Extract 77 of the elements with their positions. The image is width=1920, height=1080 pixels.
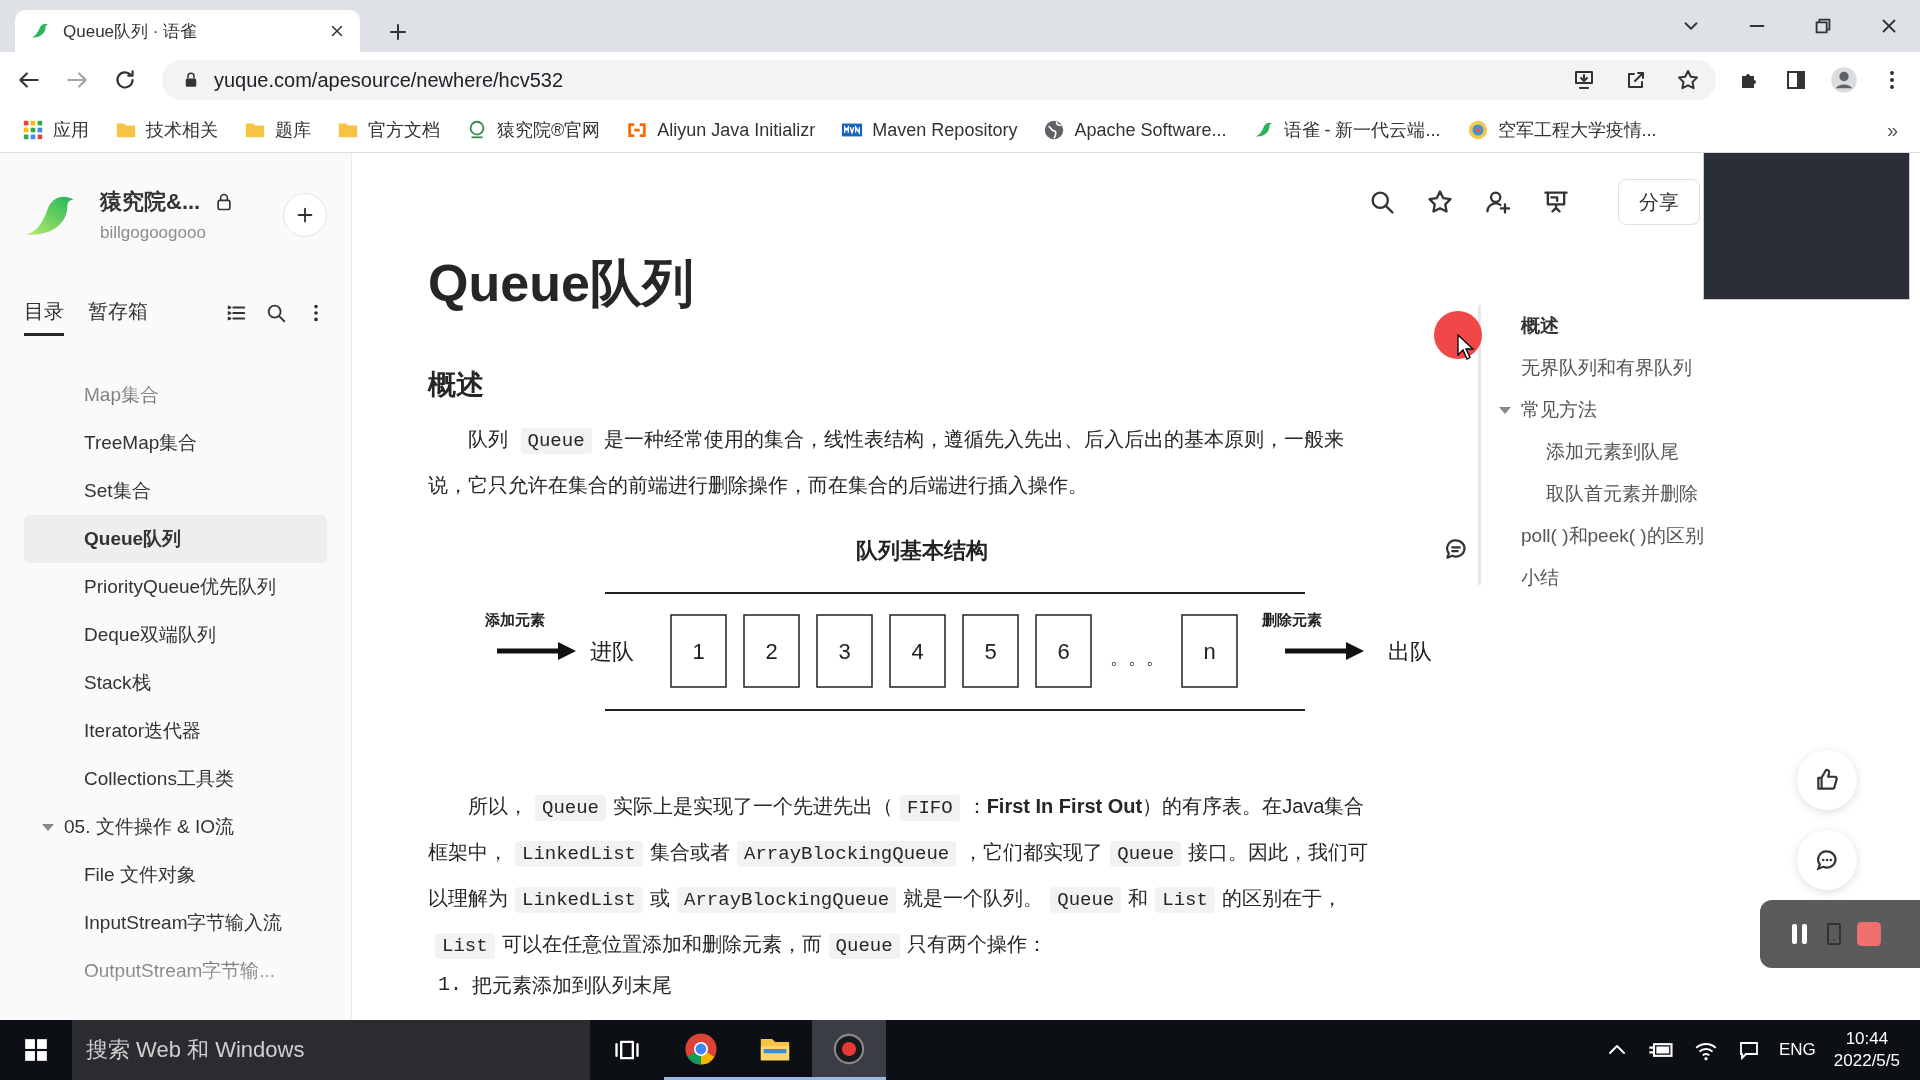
tree-item[interactable]: Collections工具类 (24, 755, 327, 803)
space-name: 猿究院&... (100, 188, 201, 216)
search-field[interactable]: 搜索 Web 和 Windows (72, 1020, 590, 1080)
share-button[interactable]: 分享 (1618, 179, 1700, 225)
toc-item[interactable]: 常见方法 (1481, 389, 1597, 431)
paragraph: 所以， Queue 实际上是实现了一个先进先出（ FIFO ：First In First Out）的有序表。在Java集合框架中， LinkedList 集合或者 ArrayBlockingQueue ，它们都实现了 Queue 接口。因此，我们可以理解为 LinkedList 或 ArrayBlockingQueue 就是一个队列。 Queue 和 List 的区别在于， List 可以在任意位置添加和删除元素，而 Queue 只有两个操作： (428, 794, 1370, 961)
star-icon[interactable] (1676, 68, 1700, 92)
address-bar[interactable]: yuque.com/apesource/newhere/hcv532 (162, 60, 1716, 100)
diagram-label: 删除元素 (1262, 611, 1322, 628)
queue-cell: 1 (670, 614, 727, 688)
bookmark[interactable]: 应用 (22, 118, 89, 142)
tree-item[interactable]: Stack栈 (24, 659, 327, 707)
tree-item[interactable]: Queue队列 (24, 515, 327, 563)
tree-item[interactable]: Set集合 (24, 467, 327, 515)
tree-item[interactable]: 05. 文件操作 & IO流 (24, 803, 327, 851)
comment-button[interactable] (1443, 536, 1469, 562)
tree-item[interactable]: TreeMap集合 (24, 419, 327, 467)
diagram-title: 队列基本结构 (856, 538, 988, 563)
sidebar-tab[interactable]: 目录 (24, 290, 64, 336)
comment-icon (1443, 536, 1469, 562)
bookmark[interactable]: 官方文档 (337, 118, 440, 142)
globe-icon (1043, 119, 1066, 141)
star-icon[interactable] (1426, 188, 1454, 216)
queue-cell: 6 (1035, 614, 1092, 688)
chat-icon (1814, 847, 1840, 873)
bookmark[interactable]: 猿究院®官网 (466, 118, 601, 142)
toc-item[interactable]: 无界队列和有界队列 (1481, 347, 1692, 389)
queue-cell: 4 (889, 614, 946, 688)
bookmark[interactable]: Maven Repository (841, 119, 1018, 141)
record-icon[interactable] (832, 1031, 866, 1066)
toc-item[interactable]: 添加元素到队尾 (1481, 431, 1679, 473)
bookmark[interactable]: 语雀 - 新一代云端... (1252, 118, 1441, 142)
queue-cell: 2 (743, 614, 800, 688)
more-bookmarks[interactable]: » (1886, 118, 1898, 142)
toc-item[interactable]: 概述 (1481, 305, 1559, 347)
taskbar-app[interactable] (812, 1020, 886, 1080)
cursor-icon (1457, 334, 1475, 360)
bookmark[interactable]: Apache Software... (1043, 119, 1227, 141)
thumb-up-icon (1814, 767, 1840, 793)
diagram-label: 出队 (1388, 639, 1432, 664)
section-heading: 概述 (428, 368, 485, 402)
queue-cell: 3 (816, 614, 873, 688)
sidebar-icon[interactable] (1784, 68, 1808, 92)
tree-item[interactable]: File 文件对象 (24, 851, 327, 899)
toc-item[interactable]: 取队首元素并删除 (1481, 473, 1698, 515)
queue-cell: 5 (962, 614, 1019, 688)
avatar-icon[interactable] (1830, 66, 1858, 94)
diagram-label: 进队 (590, 639, 634, 664)
ellipsis: 。。。 (1109, 648, 1164, 668)
toc-item[interactable]: 小结 (1481, 557, 1559, 599)
search-icon[interactable] (265, 302, 287, 324)
bookmark[interactable]: 技术相关 (115, 118, 218, 142)
tree-item[interactable]: InputStream字节输入流 (24, 899, 327, 947)
document-title: Queue队列 (428, 253, 695, 314)
bookmark[interactable]: 空军工程大学疫情... (1466, 118, 1657, 142)
apps-icon (22, 119, 44, 141)
sidebar-tab[interactable]: 暂存箱 (88, 290, 148, 336)
windows-icon (23, 1037, 49, 1063)
diagram-label: 添加元素 (485, 611, 545, 628)
queue-cell: n (1181, 614, 1238, 688)
list-item: 1. 把元素添加到队列末尾 (437, 972, 673, 998)
paragraph: 队列 Queue 是一种经常使用的集合，线性表结构，遵循先入先出、后入后出的基本原则，一般来说，它只允许在集合的前端进行删除操作，而在集合的后端进行插入操作。 (428, 427, 1346, 498)
tree-item[interactable]: Iterator迭代器 (24, 707, 327, 755)
tree-item[interactable]: Map集合 (24, 371, 327, 419)
tree-item[interactable]: PriorityQueue优先队列 (24, 563, 327, 611)
chrome-icon[interactable] (684, 1031, 718, 1066)
tree-item[interactable]: Deque双端队列 (24, 611, 327, 659)
language-indicator[interactable]: ENG (1778, 1040, 1816, 1060)
browser-tab[interactable]: Queue队列 · 语雀 (15, 10, 360, 52)
install-icon[interactable] (1572, 68, 1596, 92)
bookmark[interactable]: 题库 (244, 118, 311, 142)
clock[interactable]: 10:44 2022/5/5 (1833, 1028, 1900, 1072)
bookmark[interactable]: Aliyun Java Initializr (626, 119, 816, 141)
user-name: billgogoogooo (100, 223, 207, 243)
add-button[interactable] (283, 193, 327, 237)
toc-item[interactable]: poll( )和peek( )的区别 (1481, 515, 1704, 557)
emblem-icon (1466, 119, 1489, 141)
